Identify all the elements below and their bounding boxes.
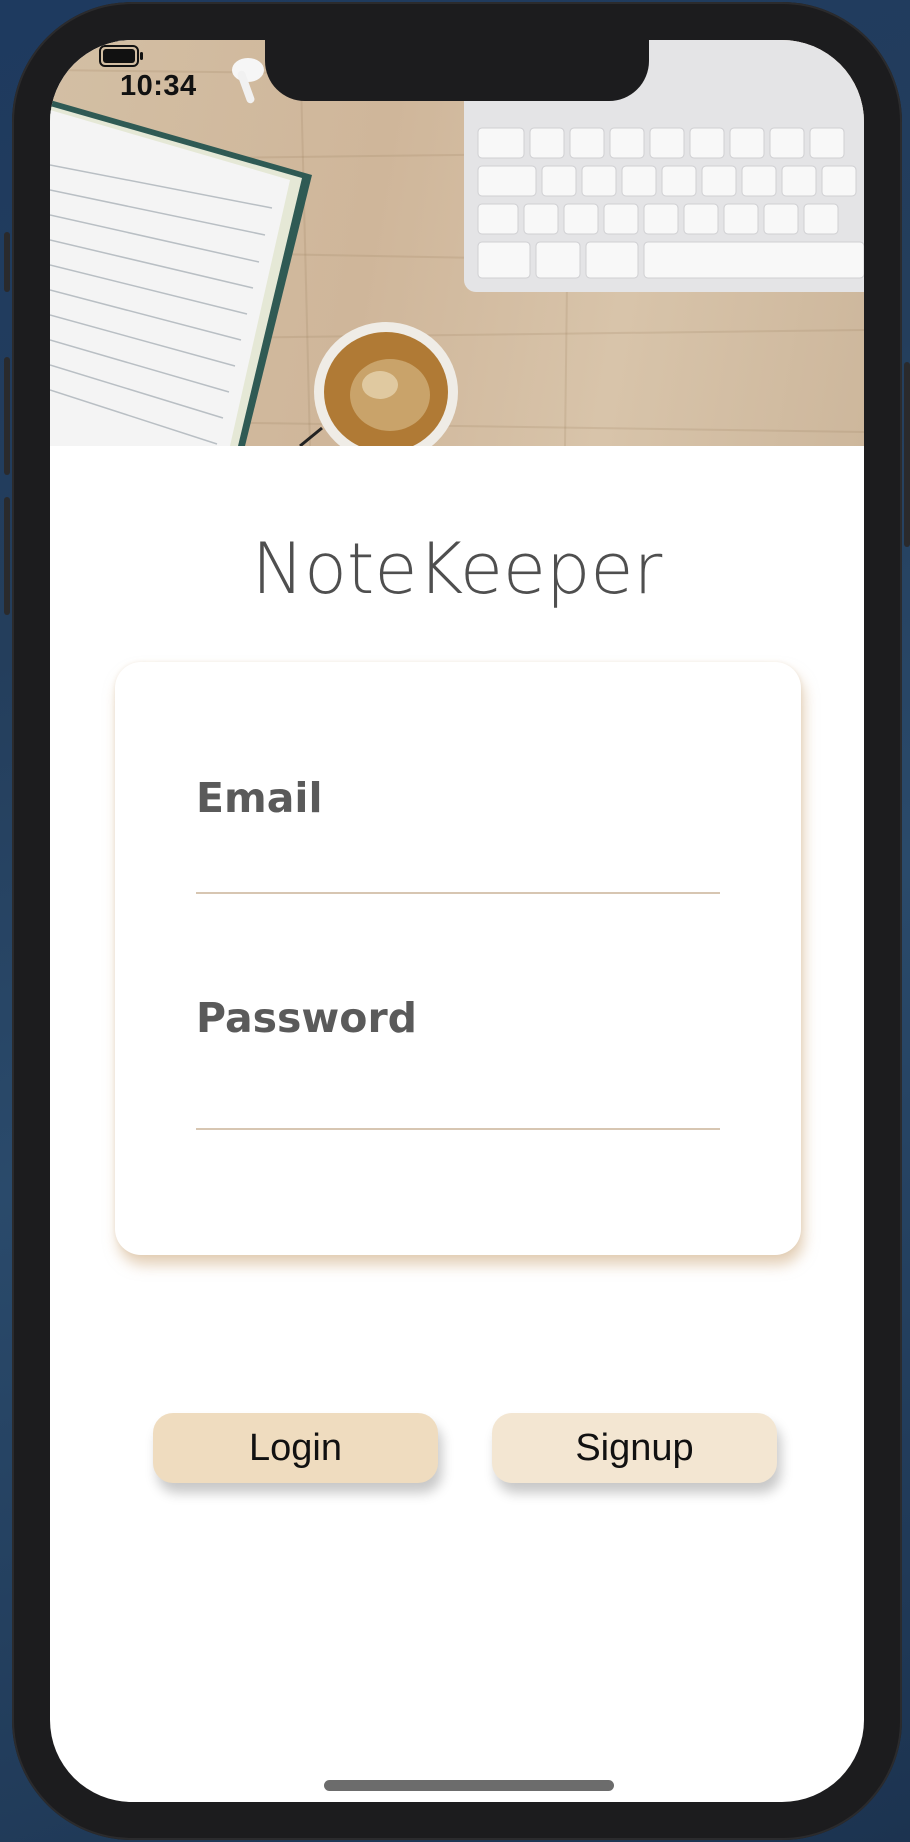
login-button[interactable]: Login: [153, 1413, 438, 1483]
password-label: Password: [196, 994, 418, 1042]
home-indicator[interactable]: [324, 1780, 614, 1791]
volume-down-button: [4, 497, 10, 615]
mute-switch: [4, 232, 10, 292]
wifi-icon: [50, 42, 82, 68]
status-icons: [50, 42, 143, 68]
app-title: NoteKeeper: [251, 528, 663, 610]
power-button: [904, 362, 910, 547]
signup-button[interactable]: Signup: [492, 1413, 777, 1483]
battery-icon: [99, 45, 143, 67]
notebook-image: [50, 100, 312, 446]
password-field[interactable]: [196, 1074, 720, 1130]
email-field[interactable]: [196, 838, 720, 894]
login-form-card: Email Password: [115, 662, 801, 1255]
coffee-cup-image: [299, 322, 458, 446]
status-time: 10:34: [120, 70, 197, 102]
volume-up-button: [4, 357, 10, 475]
device-frame: 10:34 NoteKeeper Email Password Login Si…: [4, 2, 910, 1840]
earbud-image: [232, 58, 264, 104]
header-image: 10:34: [50, 40, 864, 446]
device-notch: [265, 40, 649, 101]
email-label: Email: [196, 774, 323, 822]
app-screen: 10:34 NoteKeeper Email Password Login Si…: [50, 40, 864, 1802]
